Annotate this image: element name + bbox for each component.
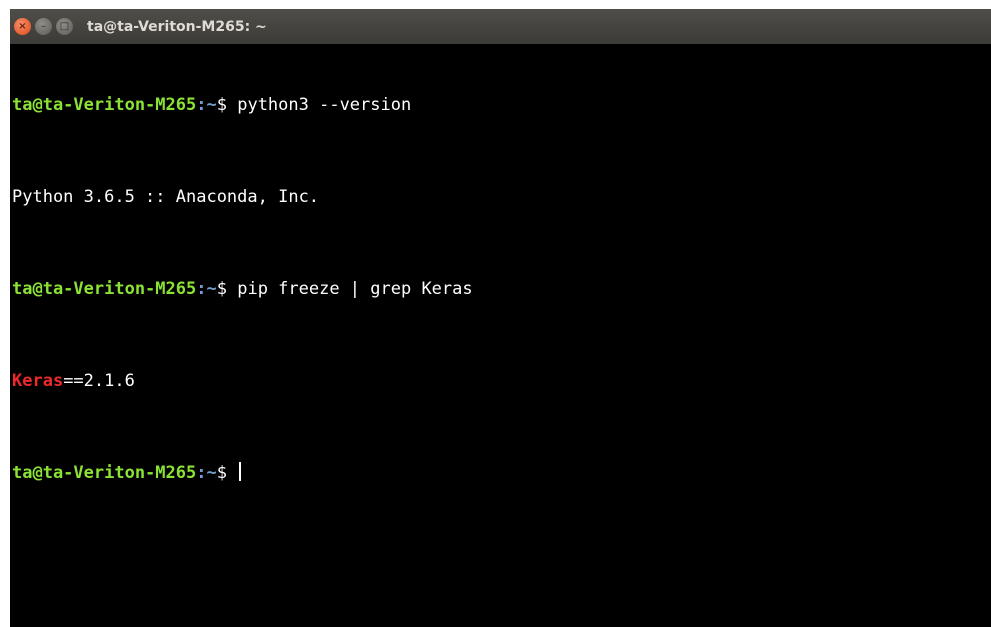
prompt-cwd: ~	[206, 279, 217, 299]
prompt-user-host: ta@ta-Veriton-M265	[12, 463, 197, 483]
prompt-symbol: $	[216, 279, 238, 299]
terminal-line-command: ta@ta-Veriton-M265:~$ pip freeze | grep …	[12, 278, 991, 301]
close-window-button[interactable]: ×	[14, 18, 31, 35]
close-icon: ×	[18, 20, 27, 32]
command-text: python3 --version	[237, 95, 412, 115]
prompt-separator: :	[196, 95, 207, 115]
maximize-window-button[interactable]: □	[56, 18, 73, 35]
grep-match-highlight: Keras	[12, 371, 64, 391]
prompt-separator: :	[196, 279, 207, 299]
terminal-window: × – □ ta@ta-Veriton-M265: ~ ta@ta-Verito…	[10, 9, 991, 627]
terminal-line-command: ta@ta-Veriton-M265:~$ python3 --version	[12, 94, 991, 117]
terminal-output[interactable]: ta@ta-Veriton-M265:~$ python3 --version …	[10, 44, 991, 531]
minimize-window-button[interactable]: –	[35, 18, 52, 35]
output-text: ==2.1.6	[63, 371, 135, 391]
command-text: pip freeze | grep Keras	[237, 279, 473, 299]
prompt-user-host: ta@ta-Veriton-M265	[12, 279, 197, 299]
prompt-user-host: ta@ta-Veriton-M265	[12, 95, 197, 115]
maximize-icon: □	[59, 20, 70, 32]
prompt-symbol: $	[216, 95, 238, 115]
prompt-separator: :	[196, 463, 207, 483]
title-bar[interactable]: × – □ ta@ta-Veriton-M265: ~	[10, 9, 991, 44]
output-text: Python 3.6.5 :: Anaconda, Inc.	[12, 187, 320, 207]
window-title: ta@ta-Veriton-M265: ~	[87, 18, 267, 35]
prompt-symbol: $	[216, 463, 238, 483]
prompt-cwd: ~	[206, 95, 217, 115]
terminal-line-output: Python 3.6.5 :: Anaconda, Inc.	[12, 186, 991, 209]
terminal-line-output: Keras==2.1.6	[12, 370, 991, 393]
prompt-cwd: ~	[206, 463, 217, 483]
text-cursor	[239, 462, 242, 481]
terminal-line-active-prompt[interactable]: ta@ta-Veriton-M265:~$	[12, 462, 991, 485]
minimize-icon: –	[41, 20, 46, 32]
